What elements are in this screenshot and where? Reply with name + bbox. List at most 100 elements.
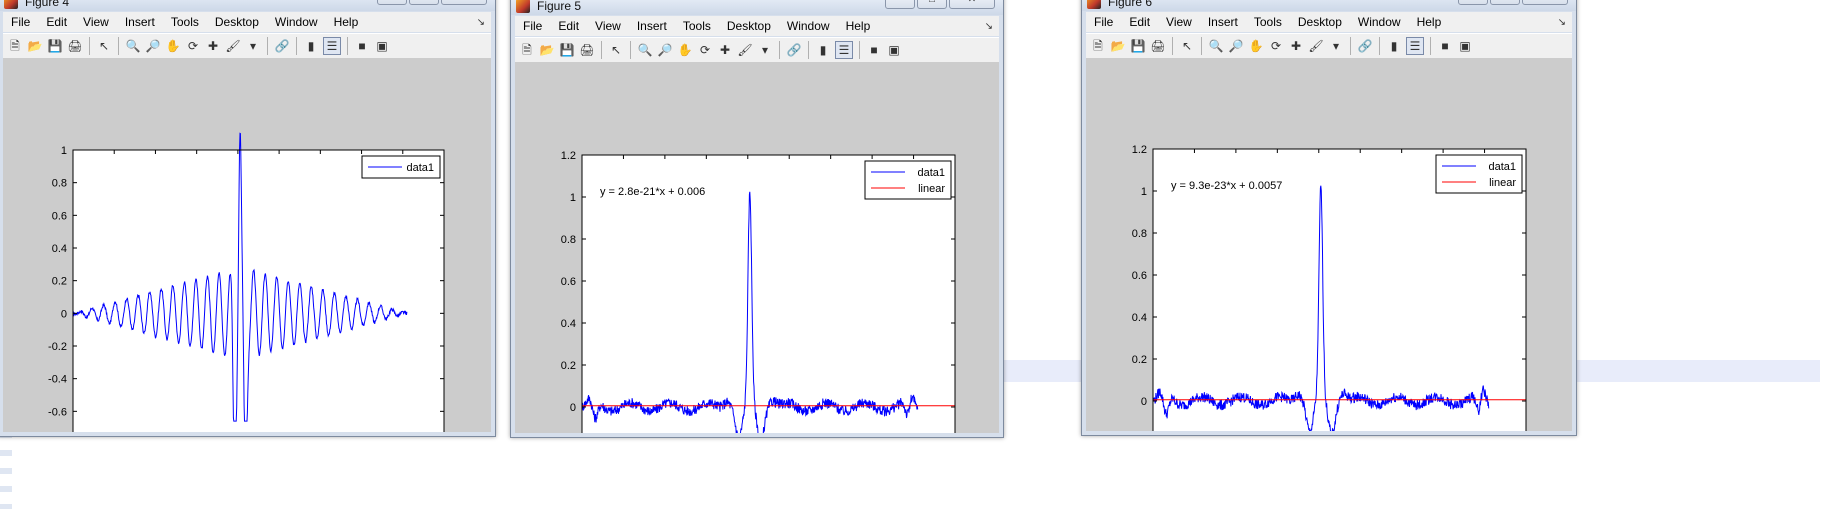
menu-tools[interactable]: Tools — [1246, 15, 1290, 29]
close-button[interactable]: ✕ — [441, 0, 487, 5]
menu-window[interactable]: Window — [1350, 15, 1409, 29]
menu-insert[interactable]: Insert — [629, 19, 675, 33]
show-plot-tools-icon[interactable]: ▣ — [374, 38, 390, 54]
plot-area[interactable]: 0200040006000800010000120001400016000180… — [1086, 58, 1572, 435]
brush-dropdown-icon[interactable]: ▾ — [757, 42, 773, 58]
data-cursor-icon[interactable]: ✚ — [717, 42, 733, 58]
minimize-button[interactable]: – — [1458, 0, 1488, 5]
pan-icon[interactable]: ✋ — [165, 38, 181, 54]
brush-icon[interactable]: 🖌 — [225, 38, 241, 54]
menu-file[interactable]: File — [3, 15, 38, 29]
colorbar-icon[interactable]: ▮ — [1386, 38, 1402, 54]
close-button[interactable]: ✕ — [1522, 0, 1568, 5]
zoom-out-icon[interactable]: 🔎 — [145, 38, 161, 54]
open-file-icon[interactable]: 📂 — [539, 42, 555, 58]
menu-file[interactable]: File — [515, 19, 550, 33]
menu-tools[interactable]: Tools — [675, 19, 719, 33]
menu-edit[interactable]: Edit — [38, 15, 75, 29]
print-icon[interactable]: 🖨 — [579, 42, 595, 58]
open-file-icon[interactable]: 📂 — [27, 38, 43, 54]
hide-plot-tools-icon[interactable]: ■ — [1437, 38, 1453, 54]
zoom-in-icon[interactable]: 🔍 — [125, 38, 141, 54]
rotate-3d-icon[interactable]: ⟳ — [697, 42, 713, 58]
minimize-button[interactable]: – — [885, 0, 915, 9]
brush-dropdown-icon[interactable]: ▾ — [1328, 38, 1344, 54]
brush-icon[interactable]: 🖌 — [737, 42, 753, 58]
brush-dropdown-icon[interactable]: ▾ — [245, 38, 261, 54]
plot-area[interactable]: 0200040006000800010000120001400016000180… — [3, 58, 491, 436]
pan-icon[interactable]: ✋ — [677, 42, 693, 58]
window-controls: – □ ✕ — [885, 0, 995, 9]
title-bar[interactable]: Figure 5 – □ ✕ — [511, 0, 1003, 15]
menu-view[interactable]: View — [587, 19, 629, 33]
figure-window-5[interactable]: Figure 5 – □ ✕ File Edit View Insert Too… — [510, 0, 1004, 438]
close-button[interactable]: ✕ — [949, 0, 995, 9]
menu-desktop[interactable]: Desktop — [1290, 15, 1350, 29]
menu-desktop[interactable]: Desktop — [719, 19, 779, 33]
data-cursor-icon[interactable]: ✚ — [1288, 38, 1304, 54]
plot-area[interactable]: 0200040006000800010000120001400016000180… — [515, 62, 999, 437]
menu-dock-icon[interactable]: ↘ — [1558, 17, 1566, 28]
zoom-out-icon[interactable]: 🔎 — [1228, 38, 1244, 54]
title-bar[interactable]: Figure 4 – □ ✕ — [0, 0, 495, 11]
figure-window-6[interactable]: Figure 6 – □ ✕ File Edit View Insert Too… — [1081, 0, 1577, 436]
figure-window-4[interactable]: Figure 4 – □ ✕ File Edit View Insert Too… — [0, 0, 496, 437]
edit-plot-icon[interactable]: ↖ — [96, 38, 112, 54]
brush-icon[interactable]: 🖌 — [1308, 38, 1324, 54]
new-figure-icon[interactable]: 🗎 — [7, 38, 23, 54]
edit-plot-icon[interactable]: ↖ — [1179, 38, 1195, 54]
menu-insert[interactable]: Insert — [117, 15, 163, 29]
menu-insert[interactable]: Insert — [1200, 15, 1246, 29]
minimize-button[interactable]: – — [377, 0, 407, 5]
hide-plot-tools-icon[interactable]: ■ — [354, 38, 370, 54]
zoom-in-icon[interactable]: 🔍 — [1208, 38, 1224, 54]
link-plot-icon[interactable]: 🔗 — [274, 38, 290, 54]
rotate-3d-icon[interactable]: ⟳ — [1268, 38, 1284, 54]
menu-help[interactable]: Help — [838, 19, 879, 33]
colorbar-icon[interactable]: ▮ — [815, 42, 831, 58]
menu-edit[interactable]: Edit — [1121, 15, 1158, 29]
figure-canvas[interactable]: 0200040006000800010000120001400016000180… — [3, 58, 491, 436]
open-file-icon[interactable]: 📂 — [1110, 38, 1126, 54]
new-figure-icon[interactable]: 🗎 — [1090, 38, 1106, 54]
save-icon[interactable]: 💾 — [1130, 38, 1146, 54]
pan-icon[interactable]: ✋ — [1248, 38, 1264, 54]
menu-dock-icon[interactable]: ↘ — [477, 17, 485, 28]
menu-window[interactable]: Window — [779, 19, 838, 33]
figure-canvas[interactable]: 0200040006000800010000120001400016000180… — [1086, 58, 1572, 435]
menu-edit[interactable]: Edit — [550, 19, 587, 33]
menu-file[interactable]: File — [1086, 15, 1121, 29]
show-plot-tools-icon[interactable]: ▣ — [886, 42, 902, 58]
new-figure-icon[interactable]: 🗎 — [519, 42, 535, 58]
menu-dock-icon[interactable]: ↘ — [985, 21, 993, 32]
link-plot-icon[interactable]: 🔗 — [786, 42, 802, 58]
save-icon[interactable]: 💾 — [559, 42, 575, 58]
maximize-button[interactable]: □ — [409, 0, 439, 5]
menu-view[interactable]: View — [75, 15, 117, 29]
maximize-button[interactable]: □ — [917, 0, 947, 9]
colorbar-icon[interactable]: ▮ — [303, 38, 319, 54]
edit-plot-icon[interactable]: ↖ — [608, 42, 624, 58]
menu-desktop[interactable]: Desktop — [207, 15, 267, 29]
hide-plot-tools-icon[interactable]: ■ — [866, 42, 882, 58]
zoom-in-icon[interactable]: 🔍 — [637, 42, 653, 58]
menu-help[interactable]: Help — [1409, 15, 1450, 29]
data-cursor-icon[interactable]: ✚ — [205, 38, 221, 54]
show-plot-tools-icon[interactable]: ▣ — [1457, 38, 1473, 54]
rotate-3d-icon[interactable]: ⟳ — [185, 38, 201, 54]
link-plot-icon[interactable]: 🔗 — [1357, 38, 1373, 54]
legend-icon[interactable]: ☰ — [1406, 37, 1424, 55]
menu-window[interactable]: Window — [267, 15, 326, 29]
menu-tools[interactable]: Tools — [163, 15, 207, 29]
legend-icon[interactable]: ☰ — [323, 37, 341, 55]
menu-view[interactable]: View — [1158, 15, 1200, 29]
figure-canvas[interactable]: 0200040006000800010000120001400016000180… — [515, 62, 999, 437]
maximize-button[interactable]: □ — [1490, 0, 1520, 5]
print-icon[interactable]: 🖨 — [67, 38, 83, 54]
menu-help[interactable]: Help — [326, 15, 367, 29]
print-icon[interactable]: 🖨 — [1150, 38, 1166, 54]
legend-icon[interactable]: ☰ — [835, 41, 853, 59]
save-icon[interactable]: 💾 — [47, 38, 63, 54]
zoom-out-icon[interactable]: 🔎 — [657, 42, 673, 58]
title-bar[interactable]: Figure 6 – □ ✕ — [1082, 0, 1576, 11]
